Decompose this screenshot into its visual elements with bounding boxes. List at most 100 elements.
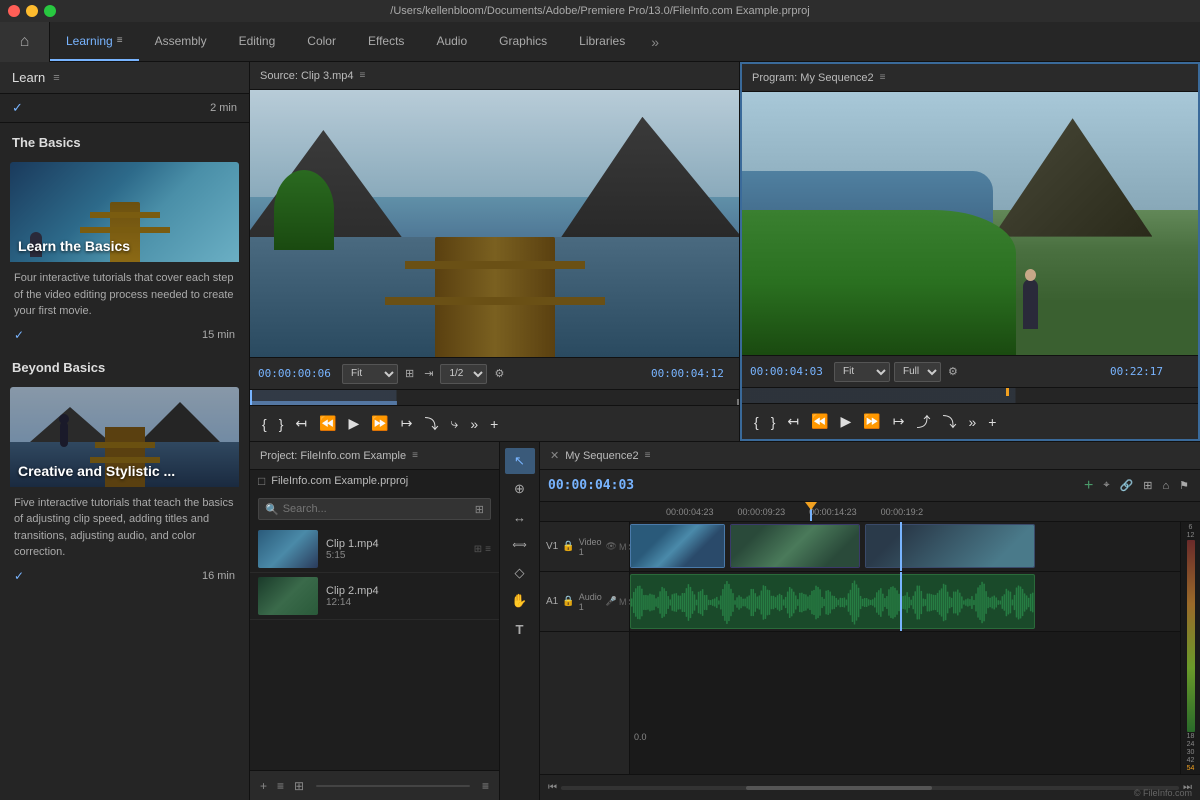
video-clip-1[interactable] (630, 524, 725, 568)
learning-menu-icon[interactable]: ≡ (117, 35, 123, 46)
seq-add-track-button[interactable]: + (1081, 475, 1096, 497)
source-goto-out-button[interactable]: ↦ (397, 413, 417, 434)
seq-marker-button[interactable]: ⚑ (1176, 477, 1192, 494)
video-track-row (630, 522, 1180, 572)
seq-snap-button[interactable]: ⌖ (1100, 477, 1112, 494)
tab-libraries[interactable]: Libraries (563, 22, 641, 61)
source-step-fwd-button[interactable]: ⏩ (367, 413, 392, 434)
creative-check-icon: ✓ (14, 569, 24, 583)
program-more-button[interactable]: » (965, 412, 981, 432)
program-play-button[interactable]: ▶ (837, 411, 856, 432)
panel-menu-button[interactable]: ≡ (480, 777, 491, 795)
program-add-marker-button[interactable]: + (984, 412, 1000, 432)
home-button[interactable]: ⌂ (0, 22, 50, 62)
program-mark-out-button[interactable]: } (767, 412, 780, 432)
tab-assembly[interactable]: Assembly (139, 22, 223, 61)
tab-graphics[interactable]: Graphics (483, 22, 563, 61)
program-panel-menu-icon[interactable]: ≡ (880, 72, 886, 83)
track-select-tool-button[interactable]: ⊕ (505, 476, 535, 502)
learn-menu-icon[interactable]: ≡ (53, 72, 59, 84)
source-quality-select[interactable]: 1/2 1/4 Full (440, 364, 487, 384)
ripple-edit-tool-button[interactable]: ↔ (505, 504, 535, 530)
search-input[interactable] (283, 503, 471, 515)
tab-color[interactable]: Color (291, 22, 352, 61)
source-overwrite-button[interactable]: ⤷ (447, 413, 463, 434)
source-timecode-end: 00:00:04:12 (651, 367, 731, 380)
source-step-back-button[interactable]: ⏪ (315, 413, 340, 434)
tutorial-description-creative: Five interactive tutorials that teach th… (10, 487, 239, 565)
source-panel-menu-icon[interactable]: ≡ (360, 70, 366, 81)
project-filename: FileInfo.com Example.prproj (271, 475, 408, 487)
select-tool-button[interactable]: ↖ (505, 448, 535, 474)
icon-view-button[interactable]: ⊞ (292, 777, 306, 795)
maximize-button[interactable] (44, 5, 56, 17)
tutorial-card-learn-basics[interactable]: Learn the Basics Four interactive tutori… (10, 162, 239, 342)
v1-mute-button[interactable]: M (619, 541, 627, 552)
program-extract-button[interactable]: ⤵ (939, 410, 961, 434)
video-clip-3[interactable] (865, 524, 1035, 568)
seq-color-button[interactable]: ⌂ (1159, 478, 1172, 494)
v1-eye-button[interactable]: 👁 (606, 541, 617, 552)
source-mark-out-button[interactable]: } (275, 414, 288, 434)
seq-linked-button[interactable]: 🔗 (1117, 477, 1137, 494)
clip-grid-icon: ⊞ (474, 544, 482, 555)
more-workspaces-icon[interactable]: » (641, 34, 669, 50)
project-file-row[interactable]: □ FileInfo.com Example.prproj (250, 470, 499, 492)
bottom-area: Project: FileInfo.com Example ≡ □ FileIn… (250, 442, 1200, 800)
source-safe-zones-button[interactable]: ⊞ (402, 365, 417, 382)
program-lift-button[interactable]: ⤴ (913, 410, 935, 434)
audio-track-label-a1: A1 🔒 Audio 1 🎤 M S (540, 572, 629, 632)
source-settings-button[interactable]: ⚙ (491, 365, 507, 382)
source-add-marker-button[interactable]: + (486, 414, 502, 434)
program-step-fwd-button[interactable]: ⏩ (859, 411, 884, 432)
source-export-frame-button[interactable]: ⇥ (421, 365, 436, 382)
sequence-scrollbar[interactable] (561, 786, 1179, 790)
pen-tool-button[interactable]: ◇ (505, 560, 535, 586)
program-quality-select[interactable]: Full 1/2 1/4 (894, 362, 941, 382)
program-settings-button[interactable]: ⚙ (945, 363, 961, 380)
tab-learning[interactable]: Learning ≡ (50, 22, 139, 61)
tutorial-card-creative[interactable]: Creative and Stylistic ... Five interact… (10, 387, 239, 583)
program-mark-in-button[interactable]: { (750, 412, 763, 432)
new-bin-button[interactable]: + (258, 777, 269, 795)
a1-lock-icon[interactable]: 🔒 (562, 596, 574, 607)
source-goto-in-button[interactable]: ↤ (291, 413, 311, 434)
audio-clip-1[interactable] (630, 574, 1035, 629)
source-more-button[interactable]: » (466, 414, 482, 434)
list-item[interactable]: Clip 1.mp4 5:15 ⊞ ≡ (250, 526, 499, 573)
project-panel-menu-icon[interactable]: ≡ (412, 450, 418, 461)
a1-id: A1 (546, 596, 558, 607)
seq-goto-start-button[interactable]: ⏮ (548, 782, 557, 793)
program-fit-select[interactable]: Fit 25% 50% 100% (834, 362, 890, 382)
list-view-button[interactable]: ≡ (275, 777, 286, 795)
program-goto-out-button[interactable]: ↦ (889, 411, 909, 432)
zoom-slider[interactable] (316, 785, 470, 787)
filter-icon[interactable]: ⊞ (475, 503, 484, 516)
rolling-edit-tool-button[interactable]: ⟺ (505, 532, 535, 558)
tab-editing[interactable]: Editing (223, 22, 292, 61)
video-clip-2[interactable] (730, 524, 860, 568)
clip-name-1: Clip 1.mp4 (326, 538, 466, 550)
window-controls[interactable] (8, 5, 56, 17)
minimize-button[interactable] (26, 5, 38, 17)
hand-tool-button[interactable]: ✋ (505, 588, 535, 614)
text-tool-button[interactable]: T (505, 616, 535, 642)
close-button[interactable] (8, 5, 20, 17)
tab-effects[interactable]: Effects (352, 22, 420, 61)
source-mark-in-button[interactable]: { (258, 414, 271, 434)
source-fit-select[interactable]: Fit 25% 50% 100% (342, 364, 398, 384)
sequence-close-icon[interactable]: ✕ (550, 449, 559, 462)
seq-ripple-button[interactable]: ⊞ (1140, 477, 1155, 494)
v1-lock-icon[interactable]: 🔒 (562, 541, 574, 552)
program-goto-in-button[interactable]: ↤ (783, 411, 803, 432)
list-item[interactable]: Clip 2.mp4 12:14 (250, 573, 499, 620)
source-video-area (250, 90, 739, 357)
source-insert-button[interactable]: ⤵ (421, 412, 443, 436)
tab-audio[interactable]: Audio (420, 22, 483, 61)
a1-mic-button[interactable]: 🎤 (606, 596, 617, 607)
sequence-menu-icon[interactable]: ≡ (645, 450, 651, 461)
a1-mute-button[interactable]: M (619, 596, 627, 607)
search-bar[interactable]: 🔍 ⊞ (258, 498, 491, 520)
source-play-button[interactable]: ▶ (345, 413, 364, 434)
program-step-back-button[interactable]: ⏪ (807, 411, 832, 432)
